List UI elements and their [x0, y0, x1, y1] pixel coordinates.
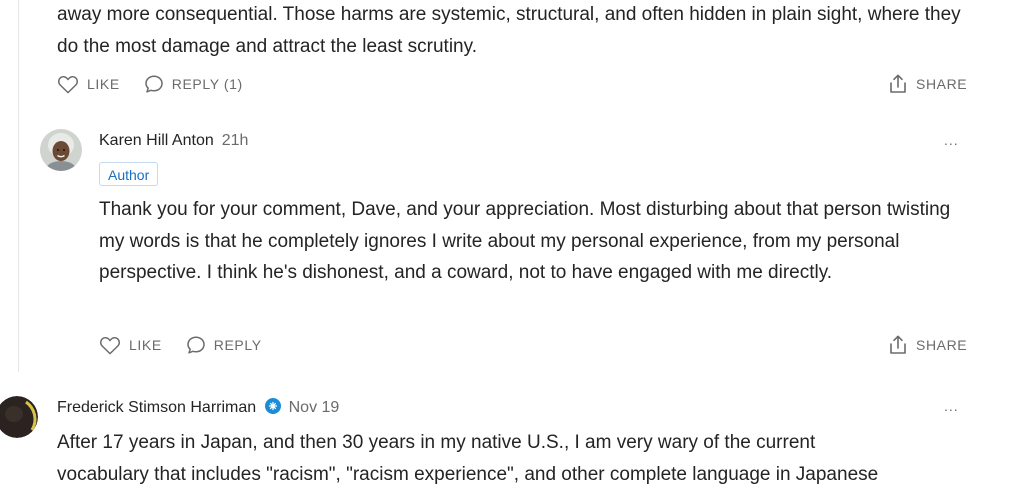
reply-button[interactable]: REPLY: [186, 335, 262, 355]
reply-actions: LIKE REPLY: [99, 334, 286, 356]
avatar-image: [0, 396, 38, 438]
author-name[interactable]: Karen Hill Anton: [99, 132, 214, 149]
avatar-image: [40, 129, 82, 171]
share-button[interactable]: SHARE: [888, 73, 967, 95]
reply-text: Thank you for your comment, Dave, and yo…: [99, 199, 951, 283]
like-label: LIKE: [87, 76, 120, 92]
avatar[interactable]: [0, 396, 38, 438]
like-label: LIKE: [129, 337, 162, 353]
speech-bubble-icon: [187, 336, 205, 354]
heart-icon: [100, 336, 120, 355]
more-icon: ...: [944, 132, 959, 148]
avatar[interactable]: [40, 129, 82, 171]
timestamp[interactable]: Nov 19: [289, 399, 340, 416]
like-button[interactable]: LIKE: [57, 74, 120, 94]
speech-bubble-icon: [145, 75, 163, 93]
reply-label: REPLY: [213, 337, 262, 353]
comment-actions: LIKE REPLY (1): [57, 73, 267, 95]
member-badge-icon: [264, 398, 281, 419]
author-line: Frederick Stimson Harriman Nov 19: [57, 398, 339, 419]
author-name[interactable]: Frederick Stimson Harriman: [57, 399, 256, 416]
share-button[interactable]: SHARE: [888, 334, 967, 356]
share-icon: [890, 335, 906, 354]
more-options-button[interactable]: ...: [944, 398, 959, 414]
share-icon: [890, 74, 906, 93]
reply-label: REPLY (1): [171, 76, 243, 92]
author-line: Karen Hill Anton 21h: [99, 132, 248, 150]
share-label: SHARE: [916, 337, 968, 353]
heart-icon: [58, 75, 78, 94]
author-badge: Author: [99, 162, 159, 186]
more-icon: ...: [944, 398, 959, 414]
like-button[interactable]: LIKE: [99, 335, 162, 355]
thread-line: [18, 0, 19, 372]
comment-text: away more consequential. Those harms are…: [57, 4, 961, 57]
more-options-button[interactable]: ...: [944, 132, 959, 148]
timestamp[interactable]: 21h: [222, 132, 249, 149]
share-label: SHARE: [916, 76, 968, 92]
reply-button[interactable]: REPLY (1): [144, 74, 243, 94]
comment-text: After 17 years in Japan, and then 30 yea…: [57, 432, 816, 453]
comment-text-continued: vocabulary that includes "racism", "raci…: [57, 464, 879, 485]
